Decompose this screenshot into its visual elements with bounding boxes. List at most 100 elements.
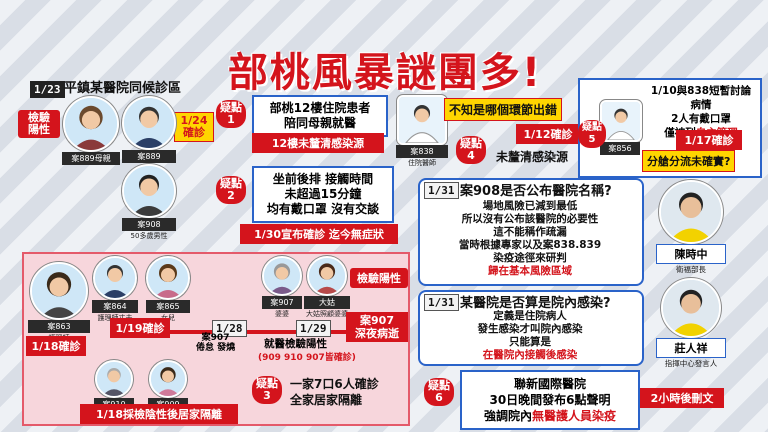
avatar-doctor-icon — [600, 100, 642, 142]
case-description: 婆婆 — [275, 310, 289, 318]
suspicion-2-badge: 疑點 2 — [216, 176, 246, 204]
suspicion-6-box: 聯新國際醫院 30日晚間發布6點聲明 強調院內無醫護人員染疫 — [460, 370, 640, 430]
suspicion-6-line: 30日晚間發布6點聲明 — [489, 393, 611, 407]
confirmed-tag-118: 1/18確診 — [26, 336, 86, 356]
avatar-woman-icon — [307, 256, 347, 296]
q2-date: 1/31 — [424, 294, 459, 311]
suspicion-4-badge: 疑點 4 — [456, 136, 486, 164]
suspicion-5-note: 分艙分流未確實? — [642, 150, 736, 172]
q2-line: 發生感染才叫院內感染 — [477, 323, 583, 335]
deleted-note: 2小時後刪文 — [640, 388, 724, 408]
confirmed-tag-117: 1/17確診 — [676, 130, 742, 150]
confirmed-tag-112: 1/12確診 — [516, 124, 580, 144]
case-label: 大姑 — [304, 296, 350, 309]
q1-body: 場地風險已減到最低 所以沒有公布該醫院的必要性 這不能稱作疏漏 當時根據專家以及… — [424, 200, 636, 278]
confirmed-tag-124: 1/24 確診 — [174, 112, 214, 142]
text-span: 強調院內 — [483, 409, 532, 423]
case-description: 大姑照顧婆婆 — [306, 310, 348, 318]
case-label: 案889 — [122, 150, 176, 163]
avatar-woman-icon — [63, 96, 119, 152]
q1-line: 當時根據專家以及案838.839 — [458, 239, 602, 251]
case-889-mother-card: 案889母親 — [62, 96, 120, 165]
case-label: 案865 — [146, 300, 190, 313]
q1-line: 所以沒有公布該醫院的必要性 — [461, 213, 599, 225]
case-907-symptom: 案907 倦怠 發燒 — [196, 333, 236, 353]
q2-line: 只能算是 — [509, 336, 551, 348]
q2-line-highlight: 在醫院內接觸後感染 — [482, 349, 578, 361]
avatar-man-icon — [93, 256, 137, 300]
suspicion-5-line: 2人有戴口罩 — [671, 113, 731, 125]
suspicion-1-line: 陪同母親就醫 — [283, 116, 356, 130]
q2-title: 某醫院是否算是院內感染? — [460, 296, 611, 311]
case-856-card: 案856 — [600, 100, 642, 155]
official-chen-card: 陳時中 衛福部長 — [656, 180, 726, 275]
avatar-man-icon — [122, 164, 176, 218]
suspicion-2-bar: 1/30宣布確診 迄今無症狀 — [240, 224, 398, 244]
q1-line: 染疫途徑來研判 — [493, 252, 567, 264]
case-label: 案889母親 — [62, 152, 120, 165]
case-889-card: 案889 — [122, 96, 176, 163]
avatar-girl-icon — [146, 256, 190, 300]
date-tag-123: 1/23 — [30, 78, 65, 98]
isolation-bar: 1/18採檢陰性後居家隔離 — [80, 404, 238, 424]
suspicion-6-badge: 疑點 6 — [424, 378, 454, 406]
suspicion-5-badge: 疑點 5 — [578, 120, 606, 148]
q1-line: 這不能稱作疏漏 — [493, 226, 567, 238]
suspicion-4-note: 未釐清感染源 — [496, 150, 569, 164]
case-865-card: 案865 女兒 — [146, 256, 190, 323]
suspicion-2-line: 坐前後排 接觸時間 — [272, 172, 374, 186]
suspicion-6-line: 聯新國際醫院 — [513, 377, 586, 391]
suspicion-3-line: 一家7口6人確診 — [290, 377, 379, 391]
suspicion-4-question: 不知是哪個環節出錯 — [444, 98, 563, 121]
case-838-card: 案838 住院醫師 — [396, 95, 448, 168]
case-863-card: 案863 護理師 — [28, 262, 90, 343]
suspicion-5-line: 1/10與838短暫討論病情 — [650, 85, 752, 111]
official-title: 衛福部長 — [676, 265, 706, 274]
case-description: 住院醫師 — [408, 159, 436, 167]
case-label: 案856 — [600, 142, 640, 155]
headline-clinic: 平鎮某醫院同候診區 — [64, 81, 182, 96]
confirmed-list: (909 910 907皆確診) — [258, 353, 356, 363]
page-title: 部桃風暴謎團多! — [227, 50, 543, 96]
q2-body: 定義是住院病人 發生感染才叫院內感染 只能算是 在醫院內接觸後感染 — [424, 310, 636, 362]
case-label: 案907 — [262, 296, 302, 309]
confirmed-tag-119: 1/19確診 — [110, 318, 170, 338]
avatar-official-icon — [659, 180, 723, 244]
suspicion-1-box: 部桃12樓住院患者 陪同母親就醫 — [252, 95, 388, 137]
case-908-card: 案908 50多歲男性 — [122, 164, 176, 241]
official-chuang-card: 莊人祥 指揮中心發言人 — [656, 278, 726, 369]
sister-card: 大姑 大姑照顧婆婆 — [304, 256, 350, 319]
positive-tag: 檢驗陽性 — [350, 268, 408, 288]
avatar-man-icon — [122, 96, 176, 150]
suspicion-3-line: 全家居家隔離 — [290, 393, 363, 407]
positive-tag: 檢驗 陽性 — [18, 110, 60, 138]
q1-line: 場地風險已減到最低 — [482, 200, 578, 212]
suspicion-1-badge: 疑點 1 — [216, 100, 246, 128]
q1-line-highlight: 歸在基本風險區域 — [488, 265, 572, 277]
avatar-elder-man-icon — [95, 360, 133, 398]
hospital-test-positive: 就醫檢驗陽性 — [264, 338, 327, 350]
case-description: 50多歲男性 — [130, 232, 168, 240]
case-label: 案838 — [396, 145, 448, 158]
case-864-card: 案864 護理師丈夫 — [92, 256, 138, 323]
suspicion-2-line: 均有戴口罩 沒有交談 — [266, 202, 380, 216]
q2-line: 定義是住院病人 — [493, 310, 567, 322]
avatar-elder-woman-icon — [262, 256, 302, 296]
date-label: 1/23 — [30, 81, 65, 98]
suspicion-1-bar: 12樓未釐清感染源 — [252, 133, 384, 153]
suspicion-3-text: 一家7口6人確診 全家居家隔離 — [290, 376, 379, 408]
text-highlight: 無醫護人員染疫 — [532, 409, 617, 423]
avatar-girl-icon — [149, 360, 187, 398]
suspicion-3-badge: 疑點 3 — [252, 376, 282, 404]
official-title: 指揮中心發言人 — [664, 359, 718, 368]
suspicion-2-line: 未超過15分鐘 — [284, 187, 362, 201]
avatar-woman-icon — [30, 262, 88, 320]
official-name: 陳時中 — [656, 244, 726, 264]
case-label: 案864 — [92, 300, 138, 313]
case-label: 案863 — [28, 320, 90, 333]
avatar-official-icon — [661, 278, 721, 338]
suspicion-2-box: 坐前後排 接觸時間 未超過15分鐘 均有戴口罩 沒有交談 — [252, 166, 394, 223]
avatar-doctor-icon — [397, 95, 447, 145]
case-907-card: 案907 婆婆 — [262, 256, 302, 319]
suspicion-1-line: 部桃12樓住院患者 — [269, 101, 371, 115]
